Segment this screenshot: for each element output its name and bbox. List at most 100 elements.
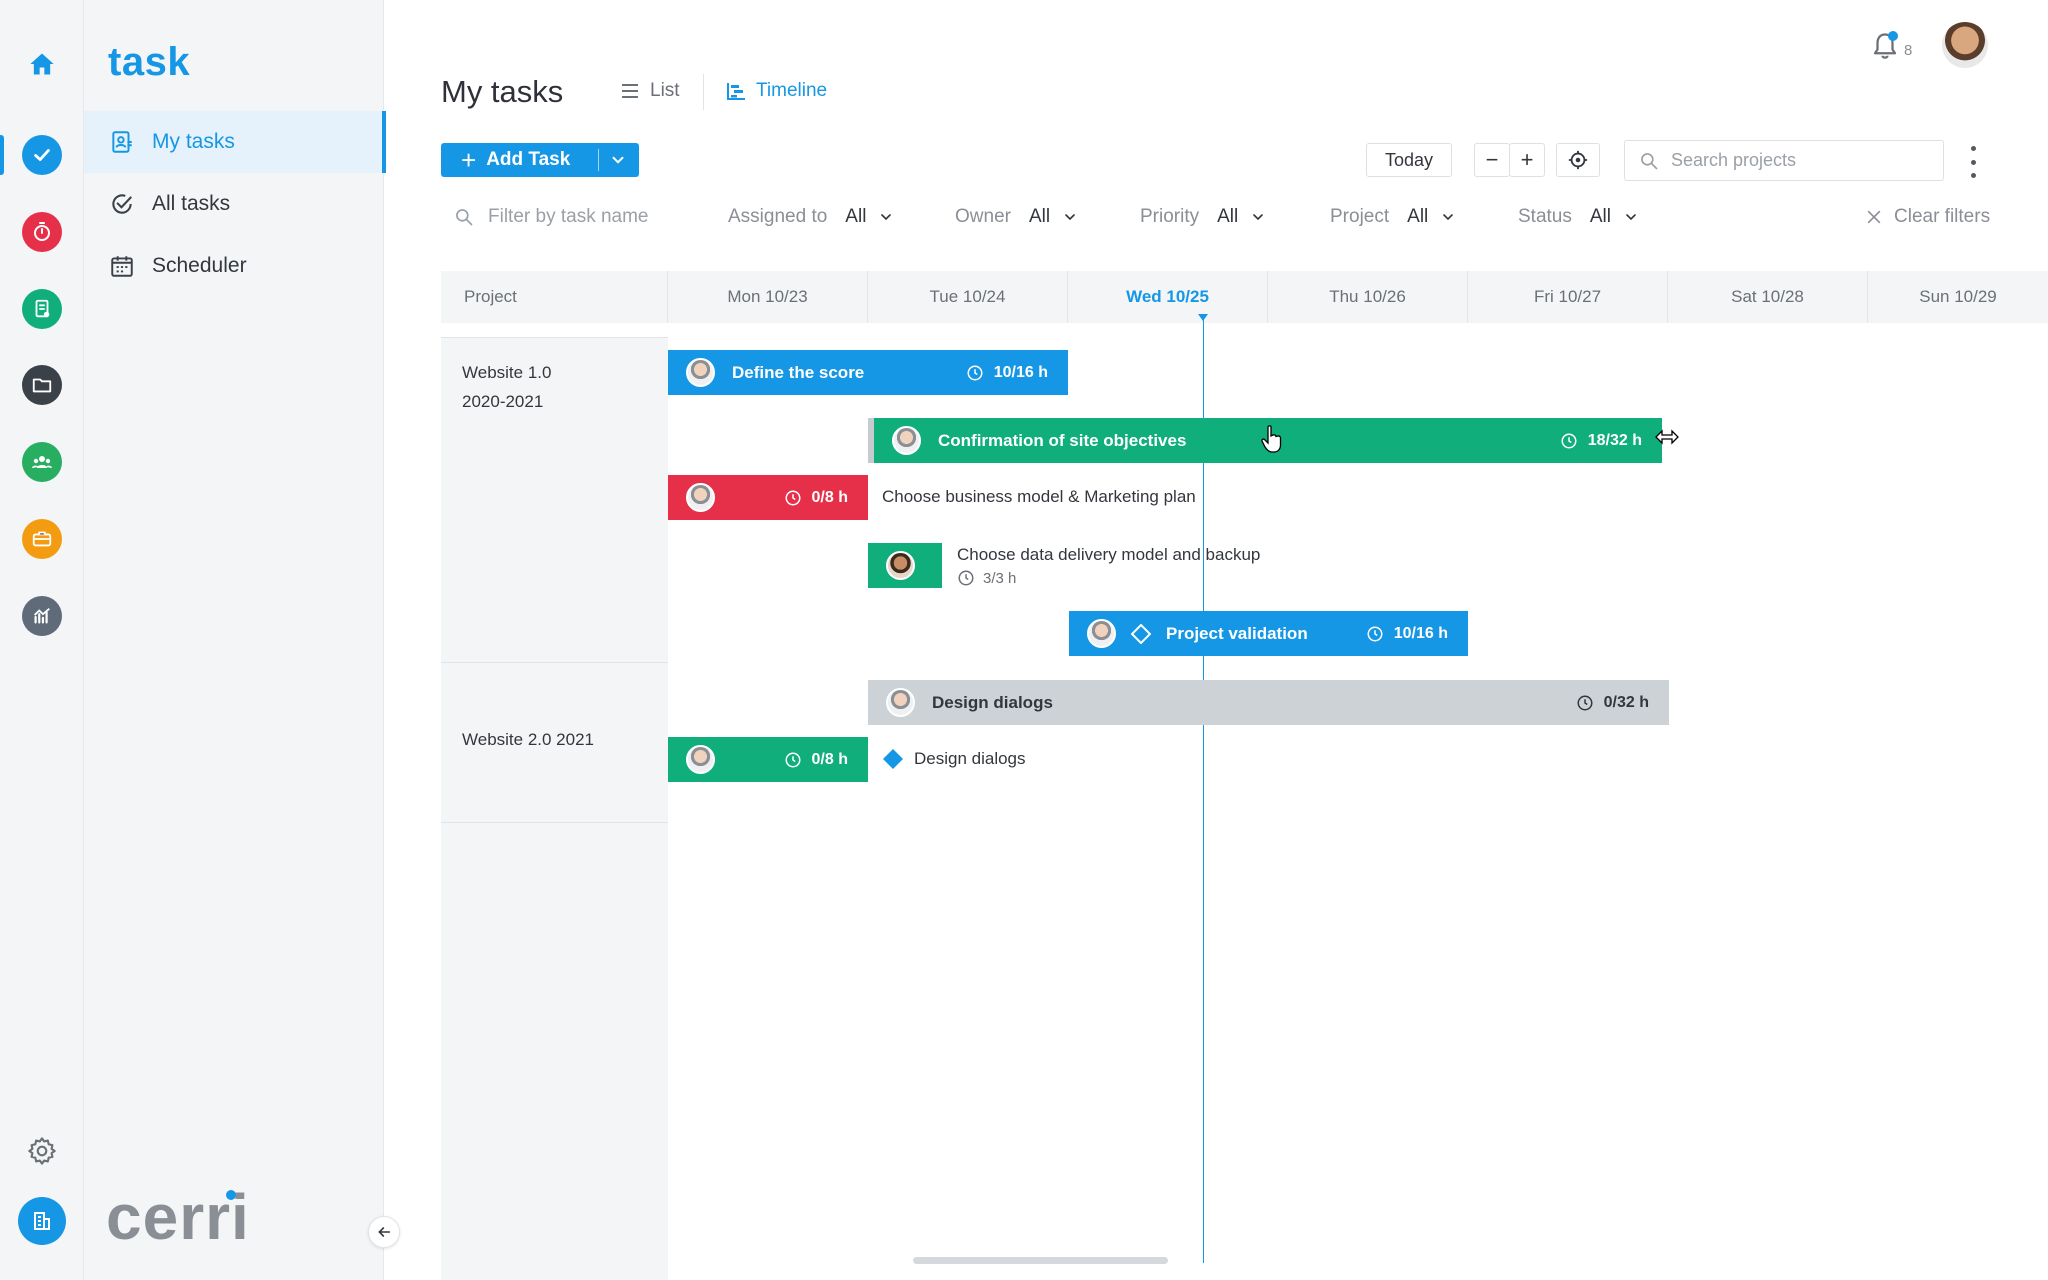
folder-icon	[22, 365, 62, 405]
home-icon	[30, 53, 54, 75]
stopwatch-icon	[22, 212, 62, 252]
project-divider	[441, 822, 668, 823]
filter-owner[interactable]: Owner All	[955, 206, 1078, 228]
rail-home[interactable]	[0, 34, 84, 94]
more-options-button[interactable]	[1966, 146, 1980, 178]
clock-icon	[1560, 432, 1578, 450]
task-bar[interactable]: Define the score 10/16 h	[668, 350, 1068, 395]
rail-settings[interactable]	[0, 1121, 84, 1181]
tab-timeline[interactable]: Timeline	[726, 80, 827, 102]
project-name-sub: 2020-2021	[462, 392, 544, 411]
avatar	[686, 745, 715, 774]
zoom-out-button[interactable]: −	[1474, 143, 1510, 177]
chevron-down-icon[interactable]	[609, 151, 627, 175]
task-bar[interactable]: Project validation 10/16 h	[1069, 611, 1468, 656]
filter-priority[interactable]: Priority All	[1140, 206, 1266, 228]
task-hours: 3/3 h	[957, 569, 1016, 587]
icon-rail	[0, 0, 84, 1280]
user-avatar[interactable]	[1942, 22, 1988, 68]
nav-item-all-tasks[interactable]: All tasks	[84, 173, 384, 235]
people-icon	[22, 442, 62, 482]
task-title[interactable]: Choose business model & Marketing plan	[882, 487, 1196, 507]
project-row[interactable]: Website 2.0 2021	[441, 662, 668, 820]
rail-timesheet[interactable]	[0, 202, 84, 262]
task-title[interactable]: Design dialogs	[914, 749, 1026, 769]
calendar-icon	[108, 252, 136, 280]
day-column-header: Fri 10/27	[1467, 271, 1667, 323]
task-bar[interactable]	[868, 543, 942, 588]
day-column-header: Mon 10/23	[667, 271, 867, 323]
filter-value: All	[1407, 206, 1429, 227]
horizontal-scrollbar[interactable]	[913, 1257, 1168, 1264]
rail-documents[interactable]	[0, 279, 84, 339]
rail-projects[interactable]	[0, 509, 84, 569]
avatar	[886, 551, 915, 580]
milestone-diamond-icon	[883, 749, 903, 769]
close-icon	[1864, 207, 1884, 227]
day-column-header: Sat 10/28	[1667, 271, 1867, 323]
filter-value: All	[1217, 206, 1239, 227]
task-hours: 0/32 h	[1576, 694, 1649, 712]
today-button[interactable]: Today	[1366, 143, 1452, 177]
checkmark-icon	[22, 135, 62, 175]
filter-label: Priority	[1140, 206, 1200, 227]
clock-icon	[1576, 694, 1594, 712]
locate-today-button[interactable]	[1556, 143, 1600, 177]
tab-list-label: List	[650, 80, 680, 101]
project-row[interactable]: Website 1.0 2020-2021	[441, 337, 668, 662]
filter-project[interactable]: Project All	[1330, 206, 1456, 228]
task-hours-value: 0/8 h	[811, 488, 848, 506]
clear-filters-button[interactable]: Clear filters	[1864, 206, 1990, 228]
search-icon	[1639, 151, 1659, 171]
clock-icon	[784, 489, 802, 507]
zoom-in-button[interactable]: +	[1509, 143, 1545, 177]
rail-reports[interactable]	[0, 586, 84, 646]
filter-value: All	[845, 206, 867, 227]
rail-company[interactable]	[0, 1191, 84, 1251]
task-hours-value: 10/16 h	[1393, 624, 1448, 642]
task-hours-value: 10/16 h	[993, 363, 1048, 381]
task-bar[interactable]: 0/8 h	[668, 475, 868, 520]
task-hours-value: 18/32 h	[1587, 431, 1642, 449]
notification-dot	[1888, 31, 1898, 41]
filter-task-name-input[interactable]: Filter by task name	[454, 206, 649, 228]
search-icon	[454, 207, 474, 227]
filter-label: Status	[1518, 206, 1572, 227]
task-title[interactable]: Choose data delivery model and backup	[957, 545, 1260, 565]
brand-logo-dot	[226, 1190, 236, 1200]
nav-item-my-tasks[interactable]: My tasks	[84, 111, 386, 173]
rail-team[interactable]	[0, 432, 84, 492]
tab-list[interactable]: List	[620, 80, 680, 102]
filter-assigned-to[interactable]: Assigned to All	[728, 206, 894, 228]
add-task-button[interactable]: + Add Task	[441, 143, 639, 177]
task-hours-value: 0/32 h	[1603, 693, 1649, 711]
clock-icon	[784, 751, 802, 769]
task-title: Project validation	[1166, 623, 1308, 643]
timeline-icon	[726, 82, 746, 100]
nav-item-label: My tasks	[152, 130, 235, 153]
timeline-header: Project Mon 10/23 Tue 10/24 Wed 10/25 Th…	[441, 271, 2048, 323]
filter-label: Assigned to	[728, 206, 828, 227]
document-icon	[22, 289, 62, 329]
task-bar[interactable]: Design dialogs 0/32 h	[868, 680, 1669, 725]
resize-handle-icon[interactable]	[1654, 427, 1680, 447]
person-tasks-icon	[108, 128, 136, 156]
nav-item-scheduler[interactable]: Scheduler	[84, 235, 384, 297]
rail-files[interactable]	[0, 355, 84, 415]
chevron-down-icon	[1623, 209, 1639, 225]
task-bar[interactable]: 0/8 h	[668, 737, 868, 782]
plus-icon: +	[461, 145, 477, 175]
clear-filters-label: Clear filters	[1894, 206, 1991, 227]
collapse-sidebar-button[interactable]	[368, 1216, 400, 1248]
rail-tasks[interactable]	[0, 125, 84, 185]
search-projects-input[interactable]: Search projects	[1624, 140, 1944, 181]
task-hours: 18/32 h	[1560, 432, 1642, 450]
filter-label: Project	[1330, 206, 1390, 227]
today-marker	[1198, 314, 1208, 321]
project-name: Website 2.0 2021	[462, 730, 594, 749]
tab-timeline-label: Timeline	[756, 80, 828, 101]
project-column: Website 1.0 2020-2021 Website 2.0 2021	[441, 337, 668, 1280]
task-title: Confirmation of site objectives	[938, 430, 1187, 450]
filter-status[interactable]: Status All	[1518, 206, 1639, 228]
chevron-down-icon	[1440, 209, 1456, 225]
